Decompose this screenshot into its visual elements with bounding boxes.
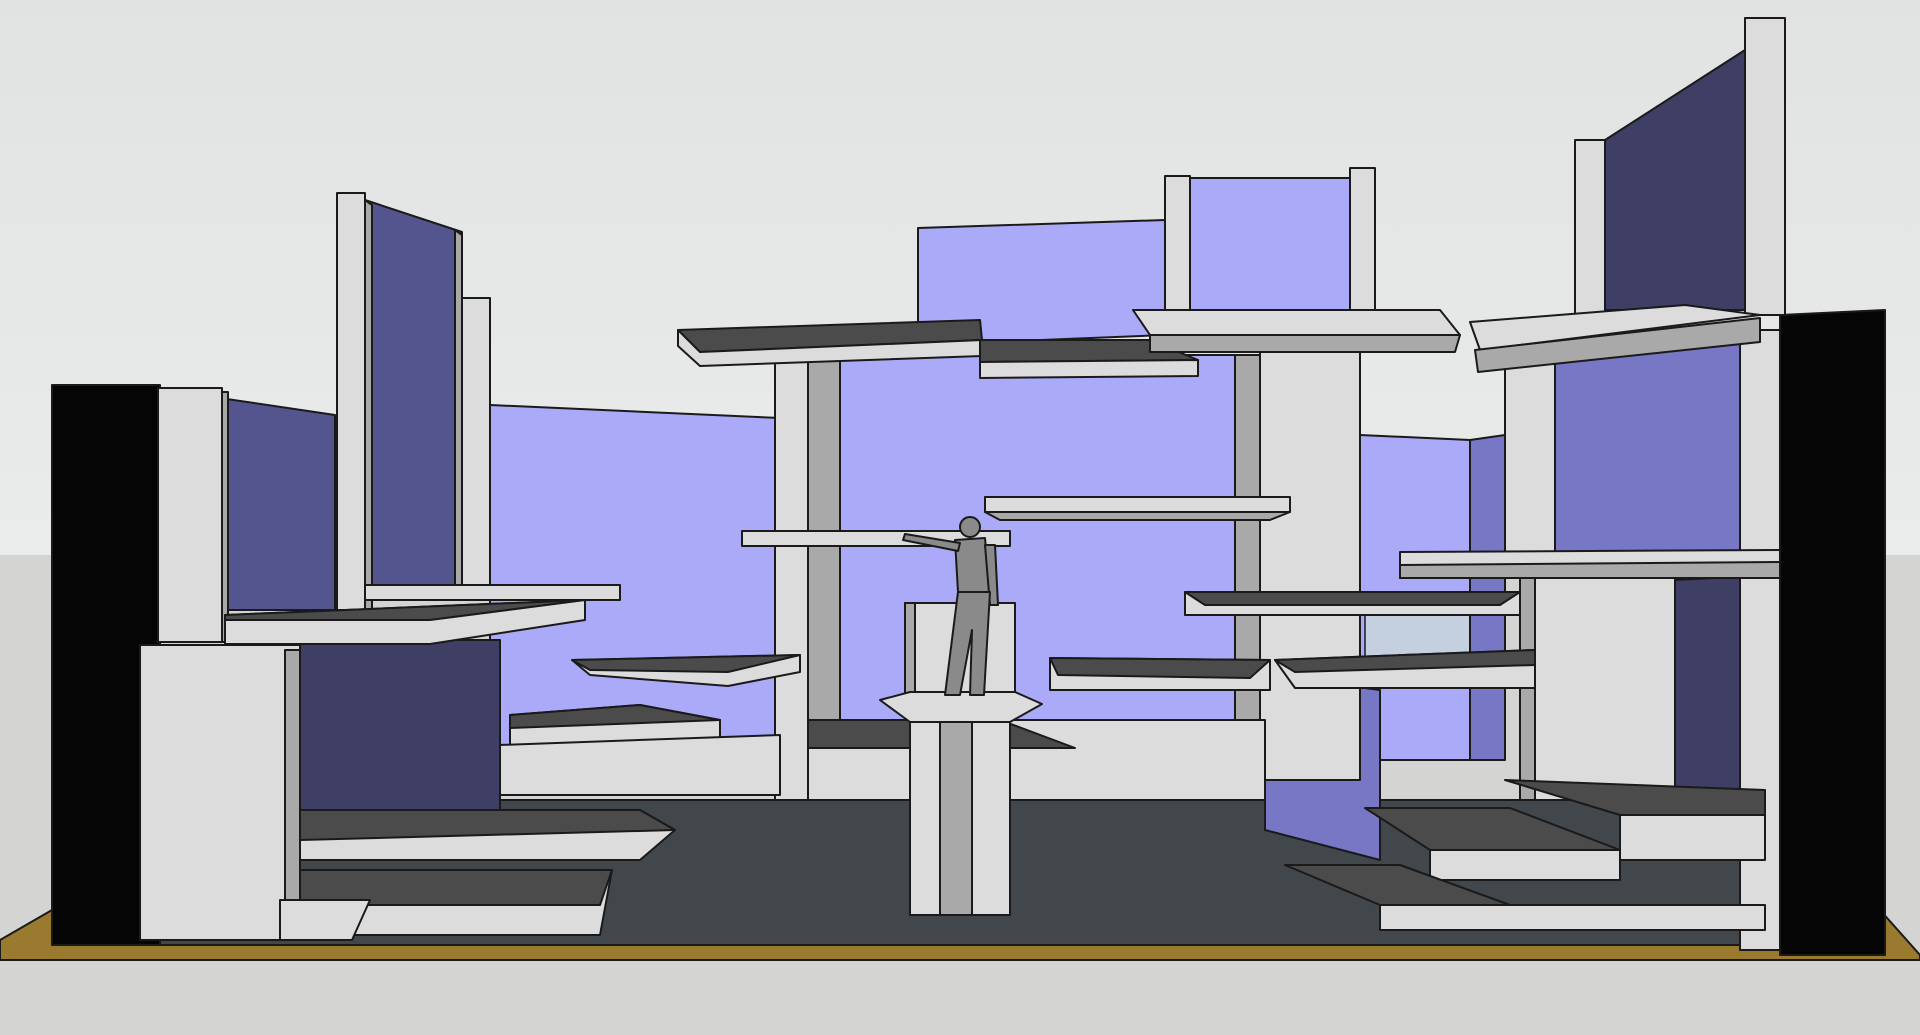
column-left-base-side: [284, 649, 301, 906]
column-center-right: [1259, 329, 1361, 781]
column-right-top-b: [1744, 17, 1786, 316]
slab-top-mid-front: [979, 359, 1199, 379]
column-right-low: [1534, 574, 1676, 801]
slab-right-mid-a-top: [1184, 591, 1521, 606]
column-left-tall-side: [364, 199, 373, 611]
column-left-tall: [336, 192, 366, 611]
slab-right-balcony-under: [1399, 561, 1781, 579]
left-flat-lower: [299, 639, 501, 811]
slab-top-right-front: [1149, 334, 1461, 353]
column-left-outer-side: [221, 391, 229, 643]
slab-left-upper: [364, 584, 621, 601]
stair-right-1-front: [1619, 814, 1766, 861]
back-wall-top-right: [1189, 177, 1351, 311]
slab-top-right: [1132, 309, 1461, 336]
pedestal-cap: [879, 691, 1043, 723]
pedestal-column-shade: [939, 711, 973, 916]
slab-center-right-a-top: [1049, 657, 1271, 679]
column-left-thin-side: [454, 229, 463, 591]
column-center-right-side: [1234, 354, 1261, 781]
stair-right-3-front: [1379, 904, 1766, 931]
slab-left-low: [499, 734, 781, 796]
column-top-b: [1349, 167, 1376, 311]
column-left-thin: [461, 297, 491, 591]
right-flat-mid: [1554, 339, 1741, 561]
slab-center-mid: [984, 496, 1291, 513]
column-left-base: [139, 644, 301, 941]
column-top-a: [1164, 175, 1191, 311]
slab-center-mid-under: [984, 511, 1291, 521]
back-window: [1364, 614, 1476, 658]
left-flat-upper: [219, 397, 336, 611]
stair-right-2-front: [1429, 849, 1621, 881]
stage-set-model: [0, 0, 1920, 1035]
figure-head: [959, 516, 981, 538]
column-right-top-a: [1574, 139, 1606, 321]
left-flat-tall: [364, 199, 463, 601]
scene-viewport: [0, 0, 1920, 1035]
column-left-outer: [157, 387, 223, 643]
column-right-mid: [1504, 359, 1556, 561]
wing-right: [1779, 309, 1886, 956]
